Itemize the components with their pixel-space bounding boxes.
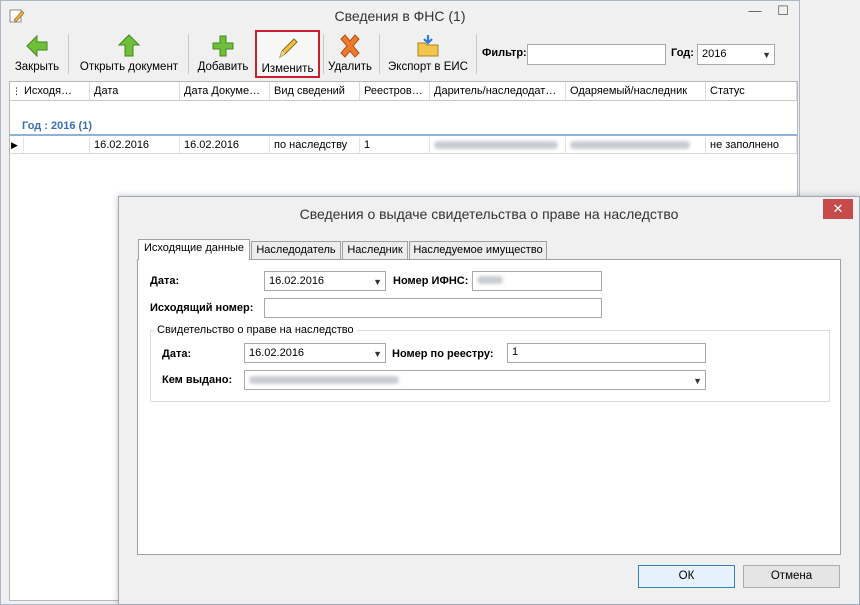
row-cell-doc-date[interactable]: 16.02.2016: [180, 137, 270, 154]
dialog-title: Сведения о выдаче свидетельства о праве …: [299, 206, 679, 222]
registry-number-input[interactable]: 1: [507, 343, 706, 363]
plus-icon: [212, 35, 234, 57]
chevron-down-icon: ▼: [693, 376, 702, 386]
column-header-heir[interactable]: Одаряемый/наследник: [566, 82, 706, 101]
row-cell-heir[interactable]: [566, 137, 706, 154]
add-button-label: Добавить: [197, 61, 249, 73]
column-header-label: Исходя…: [24, 85, 73, 97]
arrow-up-icon: [118, 34, 140, 57]
column-chooser-icon[interactable]: ⋮: [12, 82, 21, 100]
redacted-ifns: [477, 276, 503, 285]
cert-date-picker[interactable]: 16.02.2016 ▼: [244, 343, 386, 363]
delete-x-icon: [340, 34, 360, 58]
group-row-label[interactable]: Год : 2016 (1): [22, 120, 92, 132]
year-select[interactable]: 2016 ▼: [697, 44, 775, 65]
inheritance-dialog: Сведения о выдаче свидетельства о праве …: [118, 196, 860, 605]
toolbar: Закрыть Открыть документ Добавить Измени…: [7, 30, 797, 78]
column-header-status[interactable]: Статус: [706, 82, 797, 101]
outgoing-number-input[interactable]: [264, 298, 602, 318]
registry-number-label: Номер по реестру:: [392, 348, 494, 360]
close-button-label: Закрыть: [14, 61, 60, 73]
toolbar-separator: [379, 34, 380, 74]
column-header-registry[interactable]: Реестров…: [360, 82, 430, 101]
redacted-issued-by: [249, 376, 399, 385]
ok-button[interactable]: ОК: [638, 565, 735, 588]
folder-export-icon: [417, 35, 439, 57]
row-cell-outgoing[interactable]: [24, 137, 90, 154]
ifns-label: Номер ИФНС:: [393, 275, 469, 287]
cancel-button[interactable]: Отмена: [743, 565, 840, 588]
maximize-button[interactable]: ☐: [769, 1, 797, 23]
add-button[interactable]: Добавить: [193, 30, 253, 77]
toolbar-separator: [68, 34, 69, 74]
tab-inherited-property[interactable]: Наследуемое имущество: [409, 241, 547, 259]
date-picker[interactable]: 16.02.2016 ▼: [264, 271, 386, 291]
column-header-date[interactable]: Дата: [90, 82, 180, 101]
edit-button[interactable]: Изменить: [255, 30, 320, 78]
close-button[interactable]: Закрыть: [9, 30, 65, 77]
row-cell-status[interactable]: не заполнено: [706, 137, 797, 154]
column-header-kind[interactable]: Вид сведений: [270, 82, 360, 101]
row-cell-registry[interactable]: 1: [360, 137, 430, 154]
certificate-group: [150, 330, 830, 402]
row-indicator-icon: ▶: [10, 137, 24, 154]
edit-button-label: Изменить: [261, 63, 314, 75]
cert-date-label: Дата:: [162, 348, 192, 360]
chevron-down-icon: ▼: [373, 277, 382, 287]
year-select-value: 2016: [702, 48, 727, 60]
minimize-button[interactable]: —: [741, 1, 769, 23]
toolbar-separator: [323, 34, 324, 74]
group-divider: [10, 134, 797, 136]
arrow-left-icon: [26, 34, 48, 58]
row-cell-date[interactable]: 16.02.2016: [90, 137, 180, 154]
dialog-close-button[interactable]: ✕: [823, 199, 853, 219]
column-header-doc-date[interactable]: Дата Докуме…: [180, 82, 270, 101]
tab-heir[interactable]: Наследник: [342, 241, 408, 259]
row-cell-kind[interactable]: по наследству: [270, 137, 360, 154]
ifns-input[interactable]: [472, 271, 602, 291]
redacted-donor: [434, 141, 558, 150]
date-picker-value: 16.02.2016: [269, 275, 325, 287]
filter-input[interactable]: [527, 44, 666, 65]
issued-by-select[interactable]: ▼: [244, 370, 706, 390]
toolbar-separator: [188, 34, 189, 74]
redacted-heir: [570, 141, 690, 150]
certificate-group-title: Свидетельство о праве на наследство: [154, 324, 357, 336]
column-header-outgoing[interactable]: ⋮ Исходя…: [10, 82, 90, 101]
chevron-down-icon: ▼: [373, 349, 382, 359]
export-eis-button[interactable]: Экспорт в ЕИС: [383, 30, 473, 77]
main-window-title: Сведения в ФНС (1): [334, 8, 466, 24]
outgoing-number-label: Исходящий номер:: [150, 302, 254, 314]
delete-button[interactable]: Удалить: [325, 30, 375, 77]
export-eis-label: Экспорт в ЕИС: [388, 61, 468, 73]
filter-label: Фильтр:: [482, 47, 527, 59]
toolbar-separator: [476, 34, 477, 74]
tab-testator[interactable]: Наследодатель: [251, 241, 341, 259]
open-document-button[interactable]: Открыть документ: [73, 30, 185, 77]
cert-date-value: 16.02.2016: [249, 347, 305, 359]
dialog-title-bar: Сведения о выдаче свидетельства о праве …: [119, 197, 859, 229]
year-label: Год:: [671, 47, 694, 59]
main-title-bar: Сведения в ФНС (1) — ☐: [1, 1, 799, 31]
column-header-donor[interactable]: Даритель/наследодат…: [430, 82, 566, 101]
issued-by-label: Кем выдано:: [162, 374, 233, 386]
row-cell-donor[interactable]: [430, 137, 566, 154]
delete-button-label: Удалить: [328, 61, 372, 73]
pencil-icon: [278, 38, 298, 59]
tab-page-outgoing-data: Дата: 16.02.2016 ▼ Номер ИФНС: Исходящий…: [137, 259, 841, 555]
tab-outgoing-data[interactable]: Исходящие данные: [138, 239, 250, 260]
chevron-down-icon: ▼: [762, 50, 771, 60]
open-document-label: Открыть документ: [79, 61, 179, 73]
date-label: Дата:: [150, 275, 180, 287]
